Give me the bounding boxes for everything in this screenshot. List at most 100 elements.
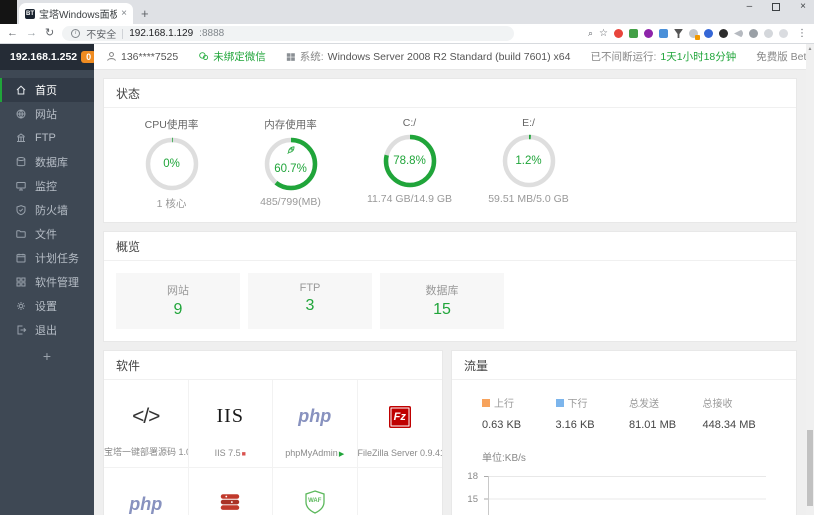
windows-icon [286,52,295,61]
software-name: phpMyAdmin [285,448,338,458]
sidebar-item-label: 防火墙 [35,205,68,217]
overview-ftp-box[interactable]: FTP 3 [248,273,372,329]
software-item-deploy[interactable]: </> 宝塔一键部署源码 1.0▶ [104,380,189,468]
omnibox-divider [122,28,124,39]
adblock-extension-icon[interactable] [614,29,623,38]
gauge-label: CPU使用率 [144,119,199,131]
gauge-percent: 60.7% [274,162,307,175]
sidebar-item-website[interactable]: 网站 [0,102,94,126]
gear-icon [17,302,25,310]
total-sent-stat: 总发送 81.01 MB [629,395,703,431]
sidebar-item-logout[interactable]: 退出 [0,318,94,342]
sidebar-item-settings[interactable]: 设置 [0,294,94,318]
browser-tab[interactable]: BT 宝塔Windows面板 × [19,3,133,24]
close-button[interactable]: × [800,1,806,12]
chrome-menu-icon[interactable]: ⋮ [797,28,807,39]
overview-database-box[interactable]: 数据库 15 [380,273,504,329]
account-info[interactable]: 136****7525 [106,51,178,63]
disk-e-gauge: E:/ 1.2% 59.51 MB/5.0 GB [469,117,588,211]
filter-icon[interactable] [674,29,683,38]
bookmark-star-icon[interactable]: ☆ [599,28,608,39]
software-item-phpmyadmin[interactable]: php phpMyAdmin▶ [273,380,358,468]
sidebar-item-cron[interactable]: 计划任务 [0,246,94,270]
main-area: 136****7525 未绑定微信 系统: Windows Server 200… [94,44,814,515]
gauge-sub: 485/799(MB) [260,196,321,208]
software-item-php52[interactable]: php PHP-5.2▶ [104,468,189,515]
scrollbar-thumb[interactable] [807,430,813,506]
gauge-label: C:/ [402,117,417,129]
globe-icon [16,109,26,119]
panda-extension-icon[interactable] [719,29,728,38]
monitor-icon [16,182,26,191]
uptime-info: 已不间断运行: 1天1小时18分钟 [590,49,736,64]
disabled-extension-icon[interactable] [764,29,773,38]
forward-button[interactable]: → [26,28,37,39]
new-tab-button[interactable]: + [141,7,149,20]
system-value: Windows Server 2008 R2 Standard (build 7… [327,50,571,63]
back-button[interactable]: ← [7,28,18,39]
badged-extension-icon[interactable] [689,29,700,40]
address-bar[interactable]: i 不安全 192.168.1.129:8888 [62,26,515,41]
sidebar-item-ftp[interactable]: FTP [0,126,94,150]
gauge-ring: 60.7% [264,137,318,191]
software-item-redis[interactable]: redis 1.0▶ [189,468,273,515]
waf-icon: WAF [302,489,328,515]
sidebar-item-monitor[interactable]: 监控 [0,174,94,198]
info-icon[interactable]: i [71,29,81,38]
sidebar-item-label: 首页 [35,85,57,97]
tab-strip: BT 宝塔Windows面板 × + – × [0,0,814,24]
download-legend-swatch [555,398,564,407]
wechat-bind-link[interactable]: 未绑定微信 [198,49,266,64]
logout-icon [17,325,27,335]
sidebar-add-button[interactable]: + [0,348,94,364]
filezilla-icon: Fz [388,405,411,428]
ftp-icon [17,133,25,142]
green-extension-icon[interactable] [629,29,638,38]
software-item-filezilla[interactable]: Fz FileZilla Server 0.9.41▶ [357,380,442,468]
overview-card: 概览 网站 9 FTP 3 数据库 15 [103,231,797,342]
blue-circle-extension-icon[interactable] [704,29,713,38]
gauge-sub: 59.51 MB/5.0 GB [488,193,569,205]
minimize-button[interactable]: – [747,1,753,12]
sidebar-item-home[interactable]: 首页 [0,78,94,102]
download-stat: 下行 3.16 KB [555,395,630,431]
profile-avatar-icon[interactable] [779,29,788,38]
software-item-iis[interactable]: IIS IIS 7.5■ [188,380,273,468]
sidebar-item-software[interactable]: 软件管理 [0,270,94,294]
traffic-chart: 18 15 12 9 [460,468,796,515]
url-host: 192.168.1.129 [129,28,194,39]
status-card-title: 状态 [104,79,796,108]
scroll-up-arrow-icon[interactable]: ▲ [806,44,814,53]
security-label: 不安全 [86,30,117,41]
sidebar-item-database[interactable]: 数据库 [0,150,94,174]
extension-area: ⌕ ☆ ⋮ [588,28,807,40]
calendar-icon [16,253,26,263]
home-icon [16,85,26,95]
upload-legend-swatch [482,398,490,407]
window-corner [0,0,17,24]
overview-card-title: 概览 [104,232,796,261]
traffic-card-title: 流量 [452,351,796,380]
gauge-ring: 78.8% [383,134,437,188]
software-grid: </> 宝塔一键部署源码 1.0▶ IIS IIS 7.5■ php phpMy… [104,380,442,515]
sidebar-item-label: 软件管理 [35,277,79,289]
history-icon[interactable] [749,29,758,38]
wechat-icon [199,52,209,60]
sidebar-item-label: FTP [35,132,56,144]
sidebar-item-files[interactable]: 文件 [0,222,94,246]
maximize-button[interactable] [772,2,781,11]
server-ip: 192.168.1.252 [10,51,78,63]
software-item-waf[interactable]: WAF 宝塔IIS防火墙 1.0▶ [273,468,358,515]
send-icon[interactable] [734,29,743,38]
page-scrollbar[interactable]: ▲ [806,44,814,515]
purple-extension-icon[interactable] [644,29,653,38]
reload-button[interactable]: ↻ [45,28,54,39]
system-info: 系统: Windows Server 2008 R2 Standard (bui… [286,49,571,64]
tab-close-icon[interactable]: × [121,8,127,19]
overview-site-box[interactable]: 网站 9 [116,273,240,329]
stat-label: 总发送 [629,399,659,410]
redis-icon [218,492,242,515]
sidebar-item-firewall[interactable]: 防火墙 [0,198,94,222]
zoom-icon[interactable]: ⌕ [588,28,593,39]
blue-extension-icon[interactable] [659,29,668,38]
